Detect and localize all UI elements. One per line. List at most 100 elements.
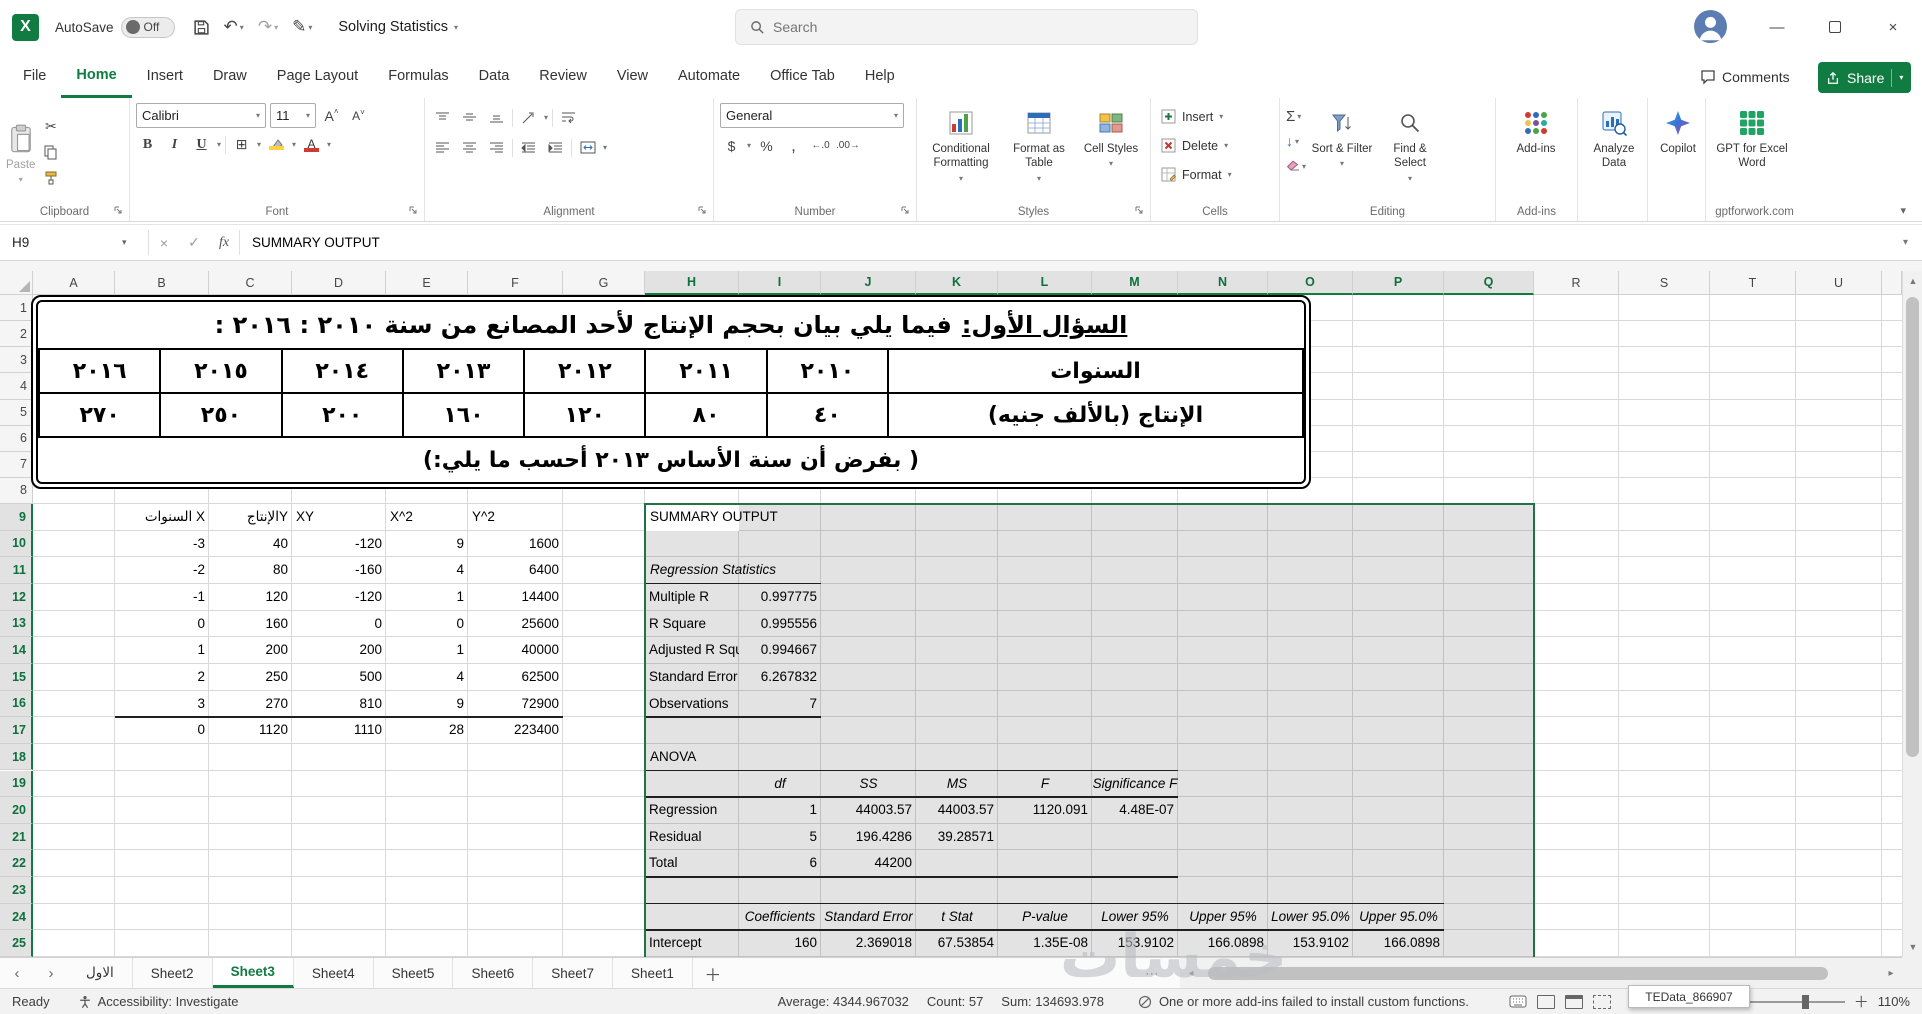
cell-F9[interactable]: Y^2 xyxy=(468,504,563,531)
row-header-2[interactable]: 2 xyxy=(0,321,33,348)
row-header-14[interactable]: 14 xyxy=(0,637,33,664)
cell-H13[interactable]: R Square xyxy=(645,611,739,638)
zoom-slider-thumb[interactable] xyxy=(1801,994,1809,1009)
column-header-J[interactable]: J xyxy=(821,271,916,295)
addin-warning[interactable]: One or more add-ins failed to install cu… xyxy=(1138,994,1469,1009)
comments-button[interactable]: Comments xyxy=(1700,62,1790,92)
cell-C14[interactable]: 200 xyxy=(209,637,292,664)
font-dialog-launcher[interactable] xyxy=(408,205,420,217)
autosum-button[interactable]: Σ ▾ xyxy=(1286,105,1306,127)
clear-button[interactable]: ▾ xyxy=(1286,155,1306,177)
tab-help[interactable]: Help xyxy=(850,54,910,98)
row-header-25[interactable]: 25 xyxy=(0,930,33,957)
cell-N24[interactable]: Upper 95% xyxy=(1178,904,1268,931)
column-header-C[interactable]: C xyxy=(209,271,292,295)
page-layout-view-button[interactable] xyxy=(1564,994,1583,1009)
cell-B12[interactable]: -1 xyxy=(115,584,209,611)
row-header-24[interactable]: 24 xyxy=(0,903,33,931)
cell-D12[interactable]: -120 xyxy=(292,584,386,611)
cell-E10[interactable]: 9 xyxy=(386,531,468,558)
fill-color-caret-icon[interactable]: ▾ xyxy=(292,140,296,149)
number-dialog-launcher[interactable] xyxy=(900,205,912,217)
cell-K25[interactable]: 67.53854 xyxy=(916,930,998,957)
orientation-caret-icon[interactable]: ▾ xyxy=(544,113,548,122)
status-average[interactable]: Average: 4344.967032 xyxy=(778,994,909,1009)
status-sum[interactable]: Sum: 134693.978 xyxy=(1001,994,1104,1009)
zoom-level[interactable]: 110% xyxy=(1878,994,1910,1009)
row-header-20[interactable]: 20 xyxy=(0,797,33,824)
cell-O24[interactable]: Lower 95.0% xyxy=(1268,904,1353,931)
underline-caret-icon[interactable]: ▾ xyxy=(217,140,221,149)
name-box[interactable]: H9 xyxy=(0,225,122,260)
row-header-13[interactable]: 13 xyxy=(0,610,33,638)
cell-F17[interactable]: 223400 xyxy=(468,717,563,744)
row-header-4[interactable]: 4 xyxy=(0,373,33,400)
cell-F10[interactable]: 1600 xyxy=(468,531,563,558)
cut-button[interactable]: ✂ xyxy=(39,115,62,138)
tab-data[interactable]: Data xyxy=(464,54,525,98)
column-header-G[interactable]: G xyxy=(563,271,645,295)
borders-button[interactable]: ⊞ xyxy=(230,133,253,156)
align-left-button[interactable] xyxy=(431,136,454,159)
cell-C10[interactable]: 40 xyxy=(209,531,292,558)
cell-C17[interactable]: 1120 xyxy=(209,717,292,744)
tab-insert[interactable]: Insert xyxy=(132,54,198,98)
cell-E11[interactable]: 4 xyxy=(386,557,468,584)
cell-I15[interactable]: 6.267832 xyxy=(739,664,821,691)
row-header-8[interactable]: 8 xyxy=(0,477,33,504)
zoom-slider[interactable] xyxy=(1748,994,1845,1009)
clear-caret-icon[interactable]: ▾ xyxy=(1302,162,1306,171)
borders-caret-icon[interactable]: ▾ xyxy=(257,140,261,149)
copy-button[interactable] xyxy=(39,141,62,164)
tab-formulas[interactable]: Formulas xyxy=(373,54,463,98)
scroll-up-arrow[interactable]: ▲ xyxy=(1903,271,1922,291)
cell-I24[interactable]: Coefficients xyxy=(739,904,821,931)
row-header-11[interactable]: 11 xyxy=(0,557,33,584)
cell-L24[interactable]: P-value xyxy=(998,904,1092,931)
autosave-toggle[interactable]: AutoSave Off xyxy=(55,16,175,38)
confirm-entry-button[interactable]: ✓ xyxy=(179,234,209,251)
cell-J19[interactable]: SS xyxy=(821,771,916,798)
cell-B17[interactable]: 0 xyxy=(115,717,209,744)
decrease-font-size-button[interactable]: A ˅ xyxy=(347,104,370,127)
tab-file[interactable]: File xyxy=(8,54,61,98)
alignment-dialog-launcher[interactable] xyxy=(697,205,709,217)
sheet-tab-menu-icon[interactable]: ⋯ xyxy=(1145,958,1159,989)
cell-K20[interactable]: 44003.57 xyxy=(916,797,998,824)
column-header-A[interactable]: A xyxy=(33,271,115,295)
cell-D11[interactable]: -160 xyxy=(292,557,386,584)
column-header-E[interactable]: E xyxy=(386,271,468,295)
styles-dialog-launcher[interactable] xyxy=(1134,205,1146,217)
format-as-table-caret-icon[interactable]: ▾ xyxy=(1037,174,1041,184)
cell-I20[interactable]: 1 xyxy=(739,797,821,824)
cell-C13[interactable]: 160 xyxy=(209,611,292,638)
cell-I13[interactable]: 0.995556 xyxy=(739,611,821,638)
cell-M20[interactable]: 4.48E-07 xyxy=(1092,797,1178,824)
cell-H12[interactable]: Multiple R xyxy=(645,584,739,611)
row-header-15[interactable]: 15 xyxy=(0,663,33,691)
align-right-button[interactable] xyxy=(485,136,508,159)
tab-home[interactable]: Home xyxy=(61,54,132,98)
cell-B10[interactable]: -3 xyxy=(115,531,209,558)
cell-E15[interactable]: 4 xyxy=(386,664,468,691)
horizontal-scroll-thumb[interactable] xyxy=(1208,967,1828,980)
cell-D10[interactable]: -120 xyxy=(292,531,386,558)
clipboard-dialog-launcher[interactable] xyxy=(113,205,125,217)
format-painter-button[interactable] xyxy=(39,167,62,190)
sheet-tab-sheet3[interactable]: Sheet3 xyxy=(212,958,294,988)
minimize-button[interactable]: — xyxy=(1748,0,1806,54)
cell-N25[interactable]: 166.0898 xyxy=(1178,930,1268,957)
align-top-button[interactable] xyxy=(431,106,454,129)
row-header-21[interactable]: 21 xyxy=(0,823,33,851)
cell-B14[interactable]: 1 xyxy=(115,637,209,664)
cell-B15[interactable]: 2 xyxy=(115,664,209,691)
row-header-3[interactable]: 3 xyxy=(0,347,33,374)
sheet-tab-sheet5[interactable]: Sheet5 xyxy=(374,958,454,988)
analyze-data-button[interactable]: Analyze Data xyxy=(1584,103,1644,171)
number-format-select[interactable]: General ▾ xyxy=(720,103,904,128)
cell-E14[interactable]: 1 xyxy=(386,637,468,664)
cell-I21[interactable]: 5 xyxy=(739,824,821,851)
select-all-corner[interactable] xyxy=(0,271,33,295)
sheet-tab-sheet7[interactable]: Sheet7 xyxy=(533,958,614,988)
accessibility-status[interactable]: Accessibility: Investigate xyxy=(78,994,238,1009)
